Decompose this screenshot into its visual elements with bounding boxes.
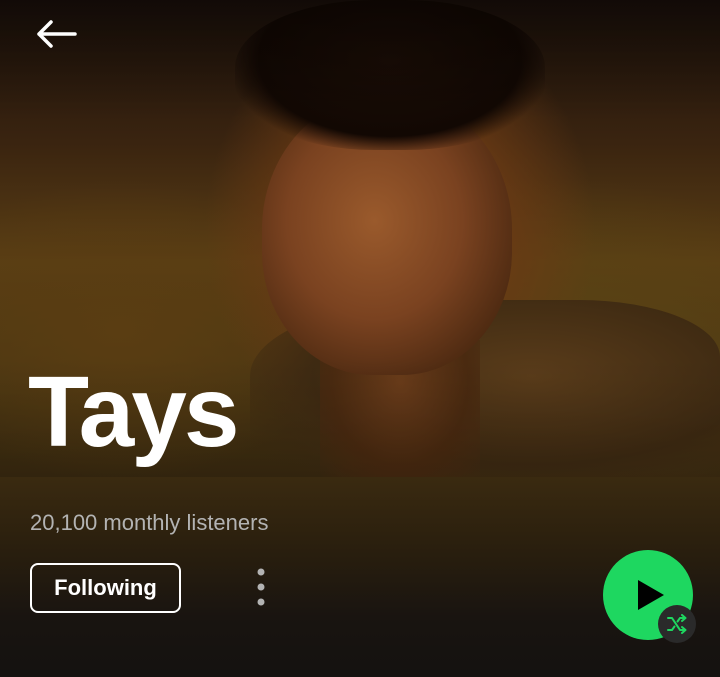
shuffle-button[interactable] <box>658 605 696 643</box>
artist-name: Tays <box>28 356 240 468</box>
more-vertical-icon <box>257 568 265 606</box>
following-button[interactable]: Following <box>30 563 181 613</box>
back-button[interactable] <box>24 10 88 58</box>
shuffle-icon <box>667 614 687 634</box>
play-icon <box>638 580 664 610</box>
arrow-left-icon <box>37 20 77 48</box>
artist-info-section: 20,100 monthly listeners Following <box>0 477 720 677</box>
monthly-listeners: 20,100 monthly listeners <box>30 510 269 535</box>
more-options-button[interactable] <box>236 563 286 613</box>
